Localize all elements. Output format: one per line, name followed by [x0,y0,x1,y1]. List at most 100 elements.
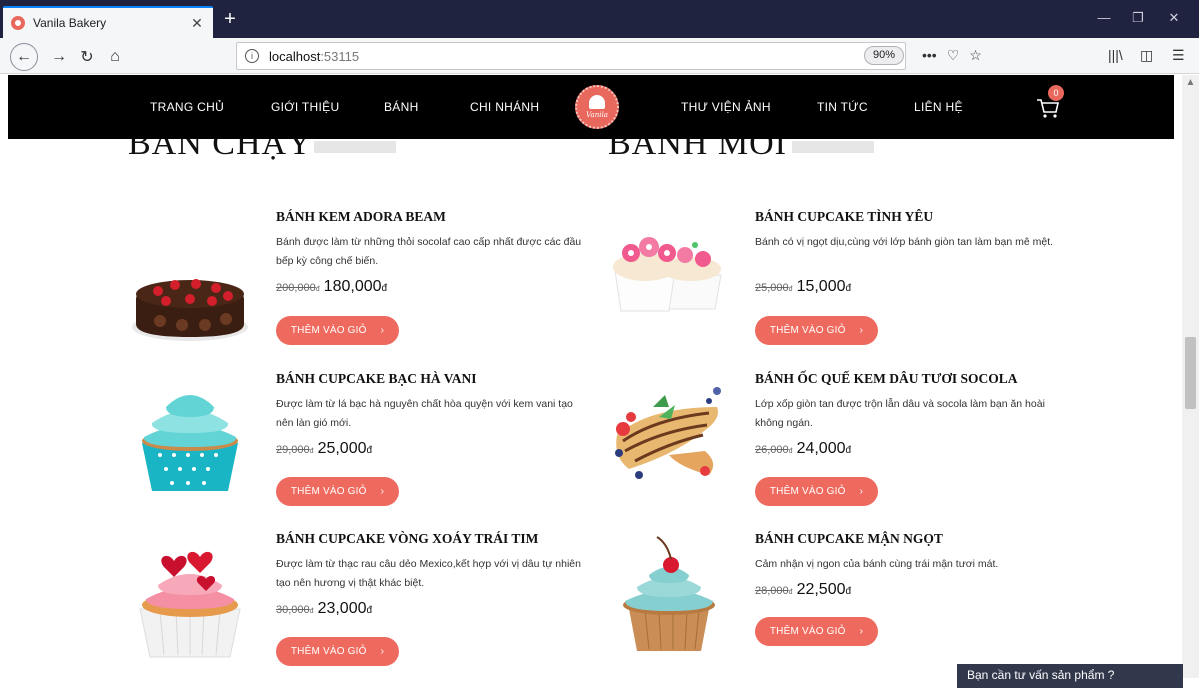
add-to-cart-button[interactable]: THÊM VÀO GIỎ › [276,637,399,666]
menu-item-chi-nhanh[interactable]: CHI NHÁNH [470,100,539,114]
page-actions-menu-icon[interactable]: ••• [922,47,937,64]
product-name[interactable]: BÁNH ỐC QUẾ KEM DÂU TƯƠI SOCOLA [755,371,1018,387]
hamburger-menu-icon[interactable]: ☰ [1172,47,1185,64]
add-to-cart-button[interactable]: THÊM VÀO GIỎ › [276,477,399,506]
heart-cupcake-image [139,551,241,658]
old-price: 25,000 [755,282,789,294]
new-price: 25,000 [317,440,367,457]
scroll-up-arrow-icon[interactable]: ▲ [1182,77,1199,88]
product-card: BÁNH KEM ADORA BEAM Bánh được làm từ nhữ… [130,209,600,359]
old-price-currency: đ [309,448,314,455]
menu-item-tin-tuc[interactable]: TIN TỨC [817,100,868,114]
product-name[interactable]: BÁNH CUPCAKE VÒNG XOÁY TRÁI TIM [276,531,538,547]
old-price-currency: đ [788,589,793,596]
site-logo[interactable]: Vanila [575,85,619,129]
new-price-currency: đ [845,445,852,456]
chocolate-cake-image [132,279,248,341]
add-to-cart-label: THÊM VÀO GIỎ [290,325,367,336]
old-price-currency: đ [788,286,793,293]
bookmark-star-icon[interactable]: ☆ [969,47,982,64]
page-scrollbar[interactable]: ▲ [1182,75,1199,678]
plum-cupcake-image [623,536,715,651]
product-name[interactable]: BÁNH CUPCAKE TÌNH YÊU [755,209,933,225]
add-to-cart-label: THÊM VÀO GIỎ [769,325,846,336]
new-price-currency: đ [381,283,388,294]
product-card: BÁNH CUPCAKE TÌNH YÊU Bánh có vị ngọt dị… [609,209,1079,359]
product-price: 30,000 đ 23,000 đ [276,600,372,618]
new-price: 15,000 [796,278,846,295]
old-price: 30,000 [276,604,310,616]
add-to-cart-button[interactable]: THÊM VÀO GIỎ › [755,477,878,506]
product-price: 25,000 đ 15,000 đ [755,278,851,296]
add-to-cart-label: THÊM VÀO GIỎ [290,486,367,497]
add-to-cart-button[interactable]: THÊM VÀO GIỎ › [276,316,399,345]
product-price: 200,000 đ 180,000 đ [276,278,387,296]
browser-tab[interactable]: Vanila Bakery ✕ [3,6,213,38]
product-name[interactable]: BÁNH CUPCAKE MẬN NGỌT [755,531,943,547]
new-price: 23,000 [317,600,367,617]
cart-count-badge: 0 [1048,85,1064,101]
menu-item-lien-he[interactable]: LIÊN HỆ [914,100,963,114]
chevron-right-icon: › [380,486,385,497]
page-actions: ••• ♡ ☆ [922,47,982,64]
forward-button[interactable]: → [46,44,72,70]
old-price-currency: đ [309,608,314,615]
menu-item-gioi-thieu[interactable]: GIỚI THIỆU [271,100,339,114]
product-description: Bánh có vị ngọt dịu,cùng với lớp bánh gi… [755,236,1054,248]
add-to-cart-label: THÊM VÀO GIỎ [769,626,846,637]
crepe-dessert-image [615,387,721,479]
site-header: TRANG CHỦ GIỚI THIỆU BÁNH CHI NHÁNH Vani… [8,75,1174,139]
add-to-cart-button[interactable]: THÊM VÀO GIỎ › [755,316,878,345]
title-decor-bar [792,141,874,153]
add-to-cart-label: THÊM VÀO GIỎ [290,646,367,657]
browser-tab-bar: Vanila Bakery ✕ + — ❐ ✕ [0,0,1199,38]
tab-close-icon[interactable]: ✕ [189,15,205,32]
menu-item-thu-vien-anh[interactable]: THƯ VIỆN ẢNH [681,100,771,114]
old-price-currency: đ [315,286,320,293]
mint-cupcake-image [142,395,238,491]
product-name[interactable]: BÁNH CUPCAKE BẠC HÀ VANI [276,371,477,387]
product-card: BÁNH CUPCAKE MẬN NGỌT Cảm nhận vị ngon c… [609,531,1079,678]
back-button[interactable]: ← [10,43,38,71]
new-price-currency: đ [845,586,852,597]
new-price-currency: đ [366,445,373,456]
old-price: 26,000 [755,444,789,456]
menu-item-banh[interactable]: BÁNH [384,100,419,114]
logo-text: Vanila [586,111,608,119]
home-button[interactable]: ⌂ [102,44,128,70]
sidebar-icon[interactable]: ◫ [1140,47,1153,64]
tab-title: Vanila Bakery [33,16,107,30]
old-price: 200,000 [276,282,316,294]
window-minimize-button[interactable]: — [1094,10,1114,25]
new-price: 180,000 [323,278,382,295]
old-price: 29,000 [276,444,310,456]
window-restore-button[interactable]: ❐ [1128,10,1148,26]
product-description: Bánh được làm từ những thỏi socolaf cao … [276,236,582,267]
page-viewport: TRANG CHỦ GIỚI THIỆU BÁNH CHI NHÁNH Vani… [0,75,1182,678]
product-description: Lớp xốp giòn tan được trộn lẫn dâu và so… [755,398,1045,429]
scrollbar-thumb[interactable] [1185,337,1196,409]
add-to-cart-button[interactable]: THÊM VÀO GIỎ › [755,617,878,646]
product-name[interactable]: BÁNH KEM ADORA BEAM [276,209,446,225]
chevron-right-icon: › [859,325,864,336]
library-icon[interactable]: |||\ [1108,47,1123,63]
address-bar[interactable]: i localhost :53115 [236,42,906,70]
chat-support-bar[interactable]: Bạn cần tư vấn sản phẩm ? [957,664,1183,688]
reload-button[interactable]: ↻ [74,44,100,70]
product-description: Được làm từ lá bạc hà nguyên chất hòa qu… [276,398,573,429]
add-to-cart-label: THÊM VÀO GIỎ [769,486,846,497]
product-description: Được làm từ thạc rau câu dẻo Mexico,kết … [276,558,581,589]
site-info-icon[interactable]: i [245,49,259,63]
product-card: BÁNH ỐC QUẾ KEM DÂU TƯƠI SOCOLA Lớp xốp … [609,371,1079,521]
pocket-icon[interactable]: ♡ [947,47,960,64]
chevron-right-icon: › [380,646,385,657]
chevron-right-icon: › [859,626,864,637]
zoom-indicator[interactable]: 90% [864,46,905,65]
menu-item-trang-chu[interactable]: TRANG CHỦ [150,100,224,114]
window-close-button[interactable]: ✕ [1164,10,1184,26]
site-favicon-icon [11,16,25,30]
new-tab-button[interactable]: + [220,9,240,29]
new-price: 22,500 [796,581,846,598]
url-host: localhost [269,48,321,64]
old-price: 28,000 [755,585,789,597]
